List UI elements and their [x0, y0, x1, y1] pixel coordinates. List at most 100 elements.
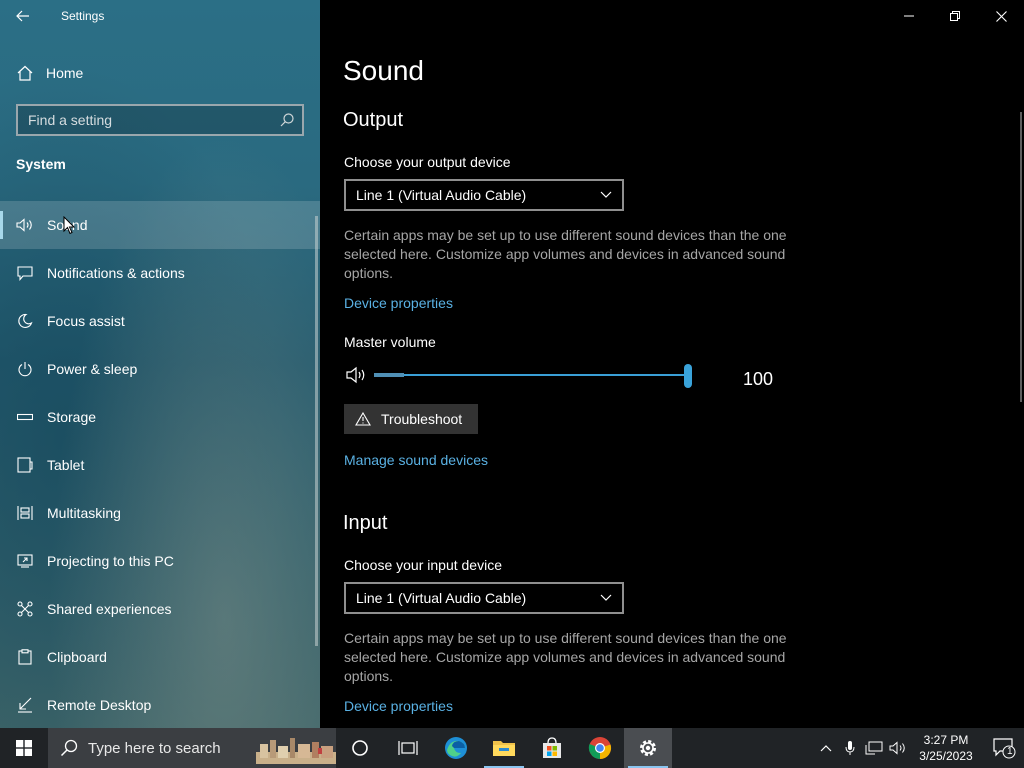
output-device-dropdown[interactable]: Line 1 (Virtual Audio Cable) [344, 179, 624, 211]
input-description: Certain apps may be set up to use differ… [344, 630, 787, 684]
home-nav-item[interactable]: Home [0, 56, 320, 90]
show-hidden-icons-button[interactable] [814, 728, 838, 768]
close-icon [995, 10, 1007, 22]
clock-date: 3/25/2023 [919, 749, 973, 763]
title-bar: Settings [0, 0, 320, 32]
system-nav-list: Sound Notifications & actions Focus assi… [0, 201, 320, 728]
volume-icon [889, 741, 905, 755]
cortana-button[interactable] [336, 728, 384, 768]
windows-logo-icon [16, 740, 32, 756]
remote-desktop-icon [16, 696, 34, 714]
file-explorer-taskbar-button[interactable] [480, 728, 528, 768]
network-tray-button[interactable] [862, 728, 886, 768]
mouse-cursor-icon [63, 216, 75, 235]
taskbar-clock[interactable]: 3:27 PM 3/25/2023 [914, 732, 978, 764]
search-highlight-illustration-icon [256, 738, 336, 764]
multitasking-icon [16, 504, 34, 522]
chevron-down-icon [600, 594, 612, 601]
store-taskbar-button[interactable] [528, 728, 576, 768]
settings-taskbar-button[interactable] [624, 728, 672, 768]
action-center-button[interactable]: 1 [984, 728, 1024, 768]
sidebar-item-label: Shared experiences [47, 601, 172, 617]
volume-value: 100 [743, 369, 774, 389]
troubleshoot-button[interactable]: Troubleshoot [344, 404, 478, 434]
back-arrow-icon [16, 10, 29, 22]
sidebar-item-label: Clipboard [47, 649, 107, 665]
settings-sidebar: Settings Home System Sound Notifications… [0, 0, 320, 728]
troubleshoot-label: Troubleshoot [381, 411, 463, 427]
power-icon [16, 360, 34, 378]
minimize-button[interactable] [886, 0, 932, 32]
sidebar-item-storage[interactable]: Storage [0, 393, 320, 441]
volume-slider-track[interactable] [374, 374, 690, 376]
task-view-button[interactable] [384, 728, 432, 768]
find-setting-search[interactable] [16, 104, 304, 136]
sidebar-item-notifications[interactable]: Notifications & actions [0, 249, 320, 297]
volume-slider-thumb[interactable] [684, 364, 692, 388]
app-title: Settings [61, 9, 105, 23]
sound-settings-page: Sound Output Choose your output device L… [320, 0, 1024, 728]
input-device-properties-link[interactable]: Device properties [344, 698, 453, 714]
chrome-taskbar-button[interactable] [576, 728, 624, 768]
sidebar-item-power-sleep[interactable]: Power & sleep [0, 345, 320, 393]
edge-taskbar-button[interactable] [432, 728, 480, 768]
sidebar-item-label: Focus assist [47, 313, 125, 329]
find-setting-input[interactable] [28, 112, 280, 128]
cortana-icon [352, 740, 368, 756]
sidebar-item-label: Tablet [47, 457, 85, 473]
sidebar-item-label: Notifications & actions [47, 265, 185, 281]
start-button[interactable] [0, 728, 48, 768]
sidebar-item-sound[interactable]: Sound [0, 201, 320, 249]
restore-icon [950, 11, 960, 21]
minimize-icon [904, 15, 914, 17]
home-label: Home [46, 65, 84, 81]
warning-icon [355, 412, 371, 426]
sidebar-item-focus-assist[interactable]: Focus assist [0, 297, 320, 345]
speaker-icon[interactable] [346, 366, 368, 384]
restore-button[interactable] [932, 0, 978, 32]
page-title: Sound [343, 55, 424, 86]
shared-icon [16, 600, 34, 618]
moon-icon [16, 312, 34, 330]
microphone-icon [845, 741, 855, 755]
sidebar-item-label: Storage [47, 409, 97, 425]
window-controls [886, 0, 1024, 32]
sidebar-item-multitasking[interactable]: Multitasking [0, 489, 320, 537]
network-icon [865, 741, 883, 755]
taskbar-search-box[interactable]: Type here to search [48, 728, 336, 768]
output-device-label: Choose your output device [344, 154, 511, 170]
sidebar-item-label: Multitasking [47, 505, 121, 521]
output-description: Certain apps may be set up to use differ… [344, 227, 787, 281]
search-icon[interactable] [280, 113, 294, 127]
sidebar-item-projecting[interactable]: Projecting to this PC [0, 537, 320, 585]
sidebar-item-remote-desktop[interactable]: Remote Desktop [0, 681, 320, 728]
storage-icon [16, 408, 34, 426]
output-device-properties-link[interactable]: Device properties [344, 295, 453, 311]
output-device-value: Line 1 (Virtual Audio Cable) [356, 187, 527, 203]
page-scrollbar[interactable] [1020, 112, 1022, 402]
sidebar-item-tablet[interactable]: Tablet [0, 441, 320, 489]
sidebar-item-clipboard[interactable]: Clipboard [0, 633, 320, 681]
settings-gear-icon [640, 740, 656, 756]
chevron-up-icon [820, 745, 832, 752]
manage-sound-devices-link[interactable]: Manage sound devices [344, 452, 488, 468]
back-button[interactable] [0, 0, 46, 32]
microphone-tray-button[interactable] [838, 728, 862, 768]
sidebar-item-label: Projecting to this PC [47, 553, 174, 569]
input-heading: Input [343, 512, 388, 534]
chrome-icon [588, 737, 612, 760]
taskbar-search-placeholder: Type here to search [88, 739, 221, 757]
sidebar-item-shared-experiences[interactable]: Shared experiences [0, 585, 320, 633]
speaker-icon [16, 216, 34, 234]
task-view-icon [398, 741, 418, 755]
master-volume-slider[interactable] [344, 362, 784, 390]
system-tray: 3:27 PM 3/25/2023 1 [814, 728, 1024, 768]
sidebar-item-label: Remote Desktop [47, 697, 152, 713]
sidebar-scrollbar[interactable] [315, 216, 318, 646]
clipboard-icon [16, 648, 34, 666]
close-button[interactable] [978, 0, 1024, 32]
output-heading: Output [343, 109, 404, 131]
tablet-icon [16, 456, 34, 474]
input-device-dropdown[interactable]: Line 1 (Virtual Audio Cable) [344, 582, 624, 614]
volume-tray-button[interactable] [886, 728, 910, 768]
